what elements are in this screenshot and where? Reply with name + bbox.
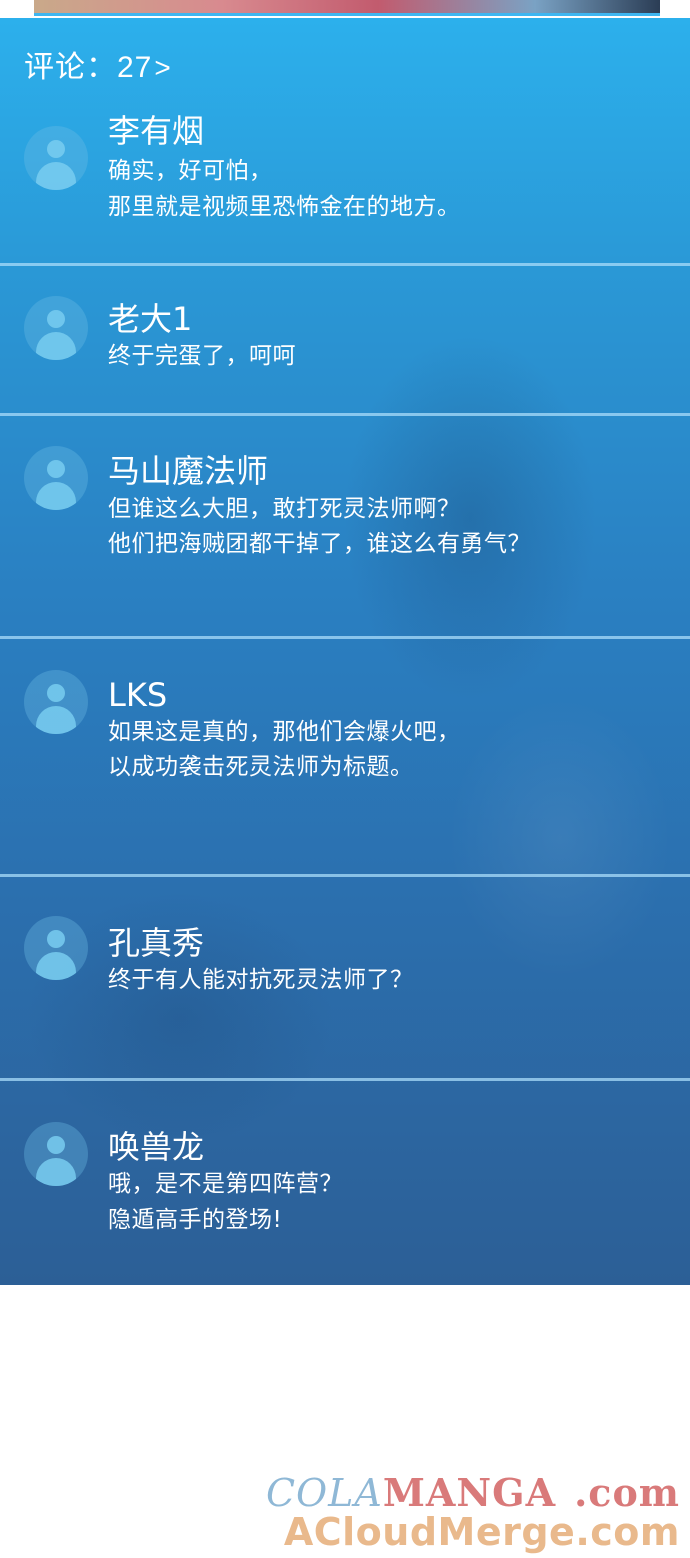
comment-text: 确实，好可怕，: [108, 158, 273, 184]
comment-text: 终于有人能对抗死灵法师了？: [108, 967, 414, 993]
comment-text: 但谁这么大胆，敢打死灵法师啊？: [108, 496, 461, 522]
avatar-icon[interactable]: [24, 126, 88, 190]
comment-divider: [0, 636, 690, 639]
avatar-icon[interactable]: [24, 916, 88, 980]
avatar-icon[interactable]: [24, 1122, 88, 1186]
avatar-icon[interactable]: [24, 670, 88, 734]
comment-divider: [0, 1078, 690, 1081]
comment-text: 那里就是视频里恐怖金在的地方。: [108, 194, 461, 220]
comments-header[interactable]: 评论： 27 >: [24, 42, 172, 86]
comment-text: 终于完蛋了，呵呵: [108, 343, 296, 369]
comments-panel: 评论： 27 > 李有烟 确实，好可怕， 那里就是视频里恐怖金在的地方。 老大1…: [0, 18, 690, 1285]
comment-divider: [0, 413, 690, 416]
comment-text: 以成功袭击死灵法师为标题。: [108, 754, 414, 780]
previous-panel-art: [34, 0, 660, 16]
avatar-icon[interactable]: [24, 446, 88, 510]
comment-divider: [0, 263, 690, 266]
comment-username[interactable]: 唤兽龙: [108, 1128, 204, 1166]
watermark-acloudmerge: ACloudMerge.com: [283, 1510, 680, 1554]
watermark-colamanga: COLAMANGA .com: [265, 1470, 680, 1515]
comment-divider: [0, 874, 690, 877]
top-strip: [0, 0, 690, 18]
comment-username[interactable]: 马山魔法师: [108, 452, 268, 490]
comment-text: 如果这是真的，那他们会爆火吧，: [108, 719, 461, 745]
comment-username[interactable]: 李有烟: [108, 112, 204, 150]
comment-username[interactable]: 孔真秀: [108, 924, 204, 962]
comment-text: 他们把海贼团都干掉了，谁这么有勇气？: [108, 531, 531, 557]
comments-label: 评论：: [24, 51, 117, 84]
comment-username[interactable]: 老大1: [108, 300, 192, 338]
chevron-right-icon[interactable]: >: [154, 52, 171, 84]
comments-count: 27: [117, 51, 153, 84]
comment-text: 隐遁高手的登场!: [108, 1207, 283, 1233]
avatar-icon[interactable]: [24, 296, 88, 360]
comment-username[interactable]: LKS: [108, 676, 167, 714]
comment-text: 哦，是不是第四阵营？: [108, 1171, 343, 1197]
